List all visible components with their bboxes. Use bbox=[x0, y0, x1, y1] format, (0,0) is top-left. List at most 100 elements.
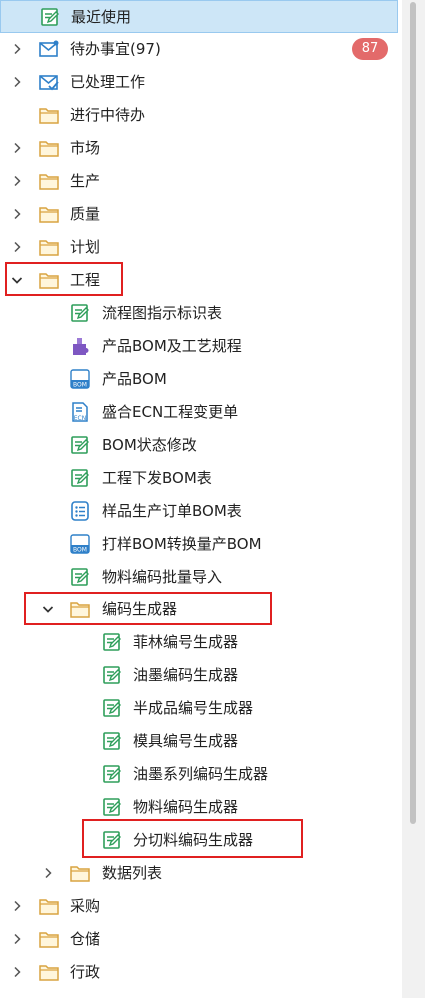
chevron-right-icon[interactable] bbox=[10, 141, 24, 155]
tree-item-production[interactable]: 生产 bbox=[0, 164, 398, 197]
tree-item-sample-to-mass-bom[interactable]: 打样BOM转换量产BOM bbox=[0, 527, 398, 560]
chevron-right-icon[interactable] bbox=[10, 42, 24, 56]
tree-item-label: 采购 bbox=[70, 896, 101, 915]
tree-item-label: 进行中待办 bbox=[70, 105, 146, 124]
tree-item-purchase[interactable]: 采购 bbox=[0, 889, 398, 922]
tree-item-material-code-gen[interactable]: 物料编码生成器 bbox=[0, 790, 398, 823]
folder-icon bbox=[38, 104, 60, 126]
tree-item-ecn[interactable]: 盛合ECN工程变更单 bbox=[0, 395, 398, 428]
document-edit-icon bbox=[69, 302, 91, 324]
tree-item-flowchart-table[interactable]: 流程图指示标识表 bbox=[0, 296, 398, 329]
chevron-right-icon[interactable] bbox=[10, 75, 24, 89]
tree-item-label: 质量 bbox=[70, 204, 101, 223]
document-edit-icon bbox=[39, 6, 61, 28]
folder-icon bbox=[38, 236, 60, 258]
tree-item-label: 已处理工作 bbox=[70, 72, 146, 91]
tree-item-label: 数据列表 bbox=[102, 863, 163, 882]
tree-item-processed[interactable]: 已处理工作 bbox=[0, 65, 398, 98]
tree-item-label: 模具编号生成器 bbox=[133, 731, 239, 750]
tree-item-quality[interactable]: 质量 bbox=[0, 197, 398, 230]
tree-item-label: 物料编码生成器 bbox=[133, 797, 239, 816]
chevron-right-icon[interactable] bbox=[10, 932, 24, 946]
navigation-tree: 最近使用 待办事宜(97) 87 已处理工作 进行中待办 市场 生产 质量 计划… bbox=[0, 0, 402, 998]
tree-item-label: 行政 bbox=[70, 962, 101, 981]
document-edit-icon bbox=[101, 829, 123, 851]
tree-item-engineering[interactable]: 工程 bbox=[0, 263, 398, 296]
tree-item-data-list[interactable]: 数据列表 bbox=[0, 856, 398, 889]
folder-icon bbox=[38, 170, 60, 192]
chevron-right-icon[interactable] bbox=[10, 207, 24, 221]
tree-item-todo[interactable]: 待办事宜(97) 87 bbox=[0, 32, 398, 65]
count-badge: 87 bbox=[352, 37, 388, 60]
tree-item-storage[interactable]: 仓储 bbox=[0, 922, 398, 955]
ecn-icon bbox=[69, 401, 91, 423]
tree-item-film-number-gen[interactable]: 菲林编号生成器 bbox=[0, 625, 398, 658]
tree-item-recent[interactable]: 最近使用 bbox=[0, 0, 398, 33]
tree-item-material-code-import[interactable]: 物料编码批量导入 bbox=[0, 560, 398, 593]
chevron-right-icon[interactable] bbox=[10, 965, 24, 979]
chevron-right-icon[interactable] bbox=[41, 866, 55, 880]
document-edit-icon bbox=[69, 467, 91, 489]
document-edit-icon bbox=[69, 566, 91, 588]
tree-item-label: 工程下发BOM表 bbox=[102, 468, 212, 487]
tree-item-partial[interactable] bbox=[0, 988, 398, 998]
tree-item-ink-series-gen[interactable]: 油墨系列编码生成器 bbox=[0, 757, 398, 790]
tree-item-admin[interactable]: 行政 bbox=[0, 955, 398, 988]
tree-item-label: 油墨系列编码生成器 bbox=[133, 764, 269, 783]
chevron-right-icon[interactable] bbox=[10, 899, 24, 913]
folder-icon bbox=[38, 203, 60, 225]
tree-item-label: 产品BOM及工艺规程 bbox=[102, 336, 242, 355]
mail-icon bbox=[38, 38, 60, 60]
chevron-down-icon[interactable] bbox=[10, 273, 24, 287]
bom-icon bbox=[69, 533, 91, 555]
tree-item-label: 产品BOM bbox=[102, 369, 167, 388]
folder-icon bbox=[69, 598, 91, 620]
bom-icon bbox=[69, 368, 91, 390]
chevron-down-icon[interactable] bbox=[41, 602, 55, 616]
tree-item-label: 工程 bbox=[70, 270, 101, 289]
tree-item-semi-product-gen[interactable]: 半成品编号生成器 bbox=[0, 691, 398, 724]
tree-item-label: 半成品编号生成器 bbox=[133, 698, 254, 717]
document-edit-icon bbox=[101, 697, 123, 719]
tree-item-product-bom-process[interactable]: 产品BOM及工艺规程 bbox=[0, 329, 398, 362]
tree-item-label: 仓储 bbox=[70, 929, 101, 948]
tree-item-bom-status[interactable]: BOM状态修改 bbox=[0, 428, 398, 461]
tree-item-mold-number-gen[interactable]: 模具编号生成器 bbox=[0, 724, 398, 757]
folder-icon bbox=[69, 862, 91, 884]
folder-icon bbox=[38, 994, 60, 998]
tree-item-label: 样品生产订单BOM表 bbox=[102, 501, 242, 520]
tree-item-product-bom[interactable]: 产品BOM bbox=[0, 362, 398, 395]
tree-item-label: 流程图指示标识表 bbox=[102, 303, 223, 322]
tree-item-label: 最近使用 bbox=[71, 7, 132, 26]
chevron-right-icon[interactable] bbox=[10, 174, 24, 188]
tree-item-eng-issue-bom[interactable]: 工程下发BOM表 bbox=[0, 461, 398, 494]
scrollbar-thumb[interactable] bbox=[410, 2, 416, 824]
folder-icon bbox=[38, 895, 60, 917]
tree-item-label: 待办事宜(97) bbox=[70, 39, 161, 58]
document-edit-icon bbox=[101, 631, 123, 653]
tree-item-label: 打样BOM转换量产BOM bbox=[102, 534, 262, 553]
tree-item-label: BOM状态修改 bbox=[102, 435, 197, 454]
puzzle-icon bbox=[69, 335, 91, 357]
mail-check-icon bbox=[38, 71, 60, 93]
tree-item-market[interactable]: 市场 bbox=[0, 131, 398, 164]
folder-icon bbox=[38, 928, 60, 950]
tree-item-label: 市场 bbox=[70, 138, 101, 157]
tree-item-ink-code-gen[interactable]: 油墨编码生成器 bbox=[0, 658, 398, 691]
tree-item-in-progress[interactable]: 进行中待办 bbox=[0, 98, 398, 131]
document-edit-icon bbox=[101, 664, 123, 686]
folder-icon bbox=[38, 137, 60, 159]
tree-item-label: 生产 bbox=[70, 171, 101, 190]
tree-item-slitting-code-gen[interactable]: 分切料编码生成器 bbox=[0, 823, 398, 856]
tree-item-label: 油墨编码生成器 bbox=[133, 665, 239, 684]
tree-item-code-generator[interactable]: 编码生成器 bbox=[0, 592, 398, 625]
tree-item-label: 物料编码批量导入 bbox=[102, 567, 223, 586]
tree-item-sample-order-bom[interactable]: 样品生产订单BOM表 bbox=[0, 494, 398, 527]
tree-item-label: 分切料编码生成器 bbox=[133, 830, 254, 849]
tree-item-label: 编码生成器 bbox=[102, 599, 178, 618]
document-edit-icon bbox=[101, 730, 123, 752]
chevron-right-icon[interactable] bbox=[10, 240, 24, 254]
tree-item-plan[interactable]: 计划 bbox=[0, 230, 398, 263]
document-edit-icon bbox=[101, 763, 123, 785]
vertical-scrollbar[interactable] bbox=[402, 0, 425, 998]
